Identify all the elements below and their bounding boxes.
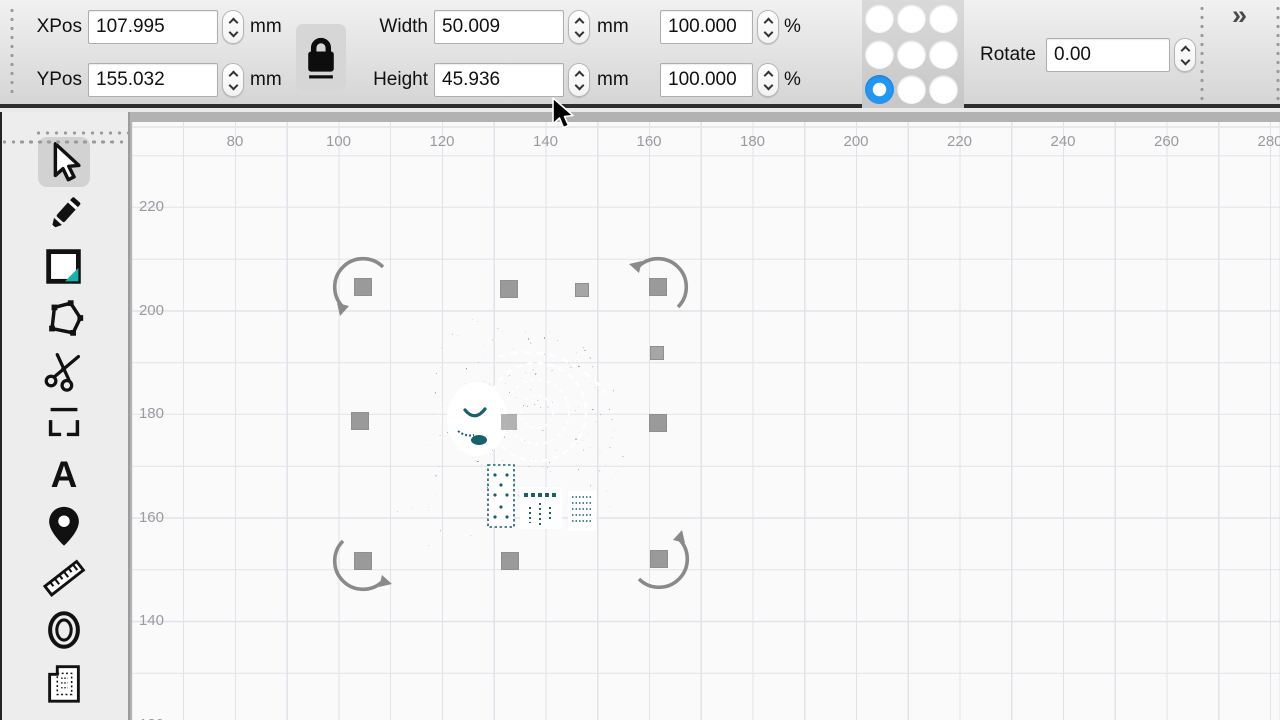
polygon-nodes-icon: [41, 295, 87, 341]
anchor-dot-0[interactable]: [865, 4, 894, 33]
width-unit: mm: [597, 10, 629, 44]
ruler-x-label: 100: [317, 133, 361, 150]
anchor-dot-1[interactable]: [897, 4, 926, 33]
ruler-x-label: 160: [627, 133, 671, 150]
scale-handle-bottom-right[interactable]: [651, 551, 668, 568]
transform-toolbar: XPos 107.995 mm YPos 155.032 mm Width 50…: [0, 0, 1280, 108]
height-input[interactable]: 45.936: [434, 63, 564, 97]
selection-overlay[interactable]: [132, 122, 1280, 720]
anchor-dot-6[interactable]: [865, 75, 894, 104]
ruler-x-label: 240: [1041, 133, 1085, 150]
corner-brackets-icon: [41, 399, 87, 445]
anchor-dot-3[interactable]: [865, 40, 894, 69]
ruler-x-label: 200: [834, 133, 878, 150]
height-unit: mm: [597, 63, 629, 97]
width-input[interactable]: 50.009: [434, 10, 564, 44]
ruler-x-label: 260: [1145, 133, 1189, 150]
toolbar-edge-handle[interactable]: [1274, 4, 1280, 100]
anchor-point-grid: [862, 0, 964, 108]
ruler-y-label: 160: [132, 509, 164, 526]
xpos-stepper[interactable]: [222, 10, 244, 44]
palette-separator-full: [0, 138, 128, 146]
scale-handle-bottom-middle[interactable]: [502, 553, 519, 570]
scale-handle-top-middle[interactable]: [501, 281, 518, 298]
rotate-stepper[interactable]: [1174, 38, 1196, 72]
lock-closed-icon: [300, 31, 342, 83]
selection-center-marker[interactable]: [501, 414, 517, 430]
pencil-icon: [41, 191, 87, 237]
tool-text[interactable]: A: [0, 448, 128, 500]
toolbar-drag-handle[interactable]: [8, 6, 16, 98]
anchor-dot-2[interactable]: [929, 4, 958, 33]
tool-cut-shapes[interactable]: [0, 344, 128, 396]
width-label: Width: [356, 10, 428, 44]
ypos-label: YPos: [24, 63, 82, 97]
ruler-y-label: 220: [132, 198, 164, 215]
xpos-unit: mm: [250, 10, 282, 44]
letter-a-icon: A: [51, 456, 78, 493]
scale-handle-top-right[interactable]: [650, 279, 667, 296]
tool-palette: A: [0, 112, 130, 720]
anchor-dot-4[interactable]: [897, 40, 926, 69]
ghost-handle-right: [651, 347, 664, 360]
anchor-dot-8[interactable]: [929, 75, 958, 104]
ruler-y-label: 200: [132, 302, 164, 319]
height-label: Height: [356, 63, 428, 97]
tool-draw-lines[interactable]: [0, 188, 128, 240]
ruler-x-label: 120: [420, 133, 464, 150]
scissors-icon: [41, 347, 87, 393]
width-stepper[interactable]: [568, 10, 590, 44]
workspace-canvas: 80 100 120 140 160 180 200 220 240 260 280 220 200 18…: [130, 112, 1280, 720]
window-left-edge: [0, 112, 2, 720]
scale-handle-middle-right[interactable]: [650, 415, 667, 432]
ruler-icon: [41, 555, 87, 601]
ruler-x-label: 140: [524, 133, 568, 150]
toolbar-overflow-button[interactable]: »: [1232, 0, 1247, 31]
tool-position[interactable]: [0, 500, 128, 552]
tool-measure[interactable]: [0, 552, 128, 604]
height-percent-input[interactable]: 100.000: [660, 63, 753, 97]
double-ring-icon: [41, 607, 87, 653]
height-stepper[interactable]: [568, 63, 590, 97]
ruler-y-label: 140: [132, 612, 164, 629]
xpos-input[interactable]: 107.995: [88, 10, 218, 44]
square-teal-corner-icon: [41, 243, 87, 289]
ruler-x-label: 280: [1248, 133, 1280, 150]
height-percent-stepper[interactable]: [757, 63, 779, 97]
ruler-y-label: 180: [132, 405, 164, 422]
scale-handle-middle-left[interactable]: [352, 413, 369, 430]
ruler-x-label: 80: [213, 133, 257, 150]
tool-offset[interactable]: [0, 604, 128, 656]
trace-image-icon: [41, 659, 87, 705]
anchor-dot-7[interactable]: [897, 75, 926, 104]
height-percent-unit: %: [784, 63, 801, 97]
tool-selection-frame[interactable]: [0, 396, 128, 448]
tool-trace[interactable]: [0, 656, 128, 708]
width-percent-input[interactable]: 100.000: [660, 10, 753, 44]
ypos-input[interactable]: 155.032: [88, 63, 218, 97]
ypos-unit: mm: [250, 63, 282, 97]
tool-rectangle[interactable]: [0, 240, 128, 292]
rotate-input[interactable]: 0.00: [1046, 38, 1170, 72]
map-pin-icon: [41, 503, 87, 549]
anchor-dot-5[interactable]: [929, 40, 958, 69]
tool-edit-nodes[interactable]: [0, 292, 128, 344]
ruler-x-label: 180: [731, 133, 775, 150]
xpos-label: XPos: [24, 10, 82, 44]
rotate-label: Rotate: [980, 38, 1036, 72]
width-percent-unit: %: [784, 10, 801, 44]
ghost-handle-top: [576, 284, 589, 297]
aspect-lock-button[interactable]: [296, 24, 346, 90]
toolbar-separator: [1198, 4, 1206, 100]
grid-area[interactable]: 80 100 120 140 160 180 200 220 240 260 280 220 200 18…: [132, 122, 1280, 720]
ruler-y-label: 120: [132, 716, 164, 720]
scale-handle-bottom-left[interactable]: [355, 553, 372, 570]
ruler-x-label: 220: [938, 133, 982, 150]
width-percent-stepper[interactable]: [757, 10, 779, 44]
ypos-stepper[interactable]: [222, 63, 244, 97]
scale-handle-top-left[interactable]: [355, 279, 372, 296]
